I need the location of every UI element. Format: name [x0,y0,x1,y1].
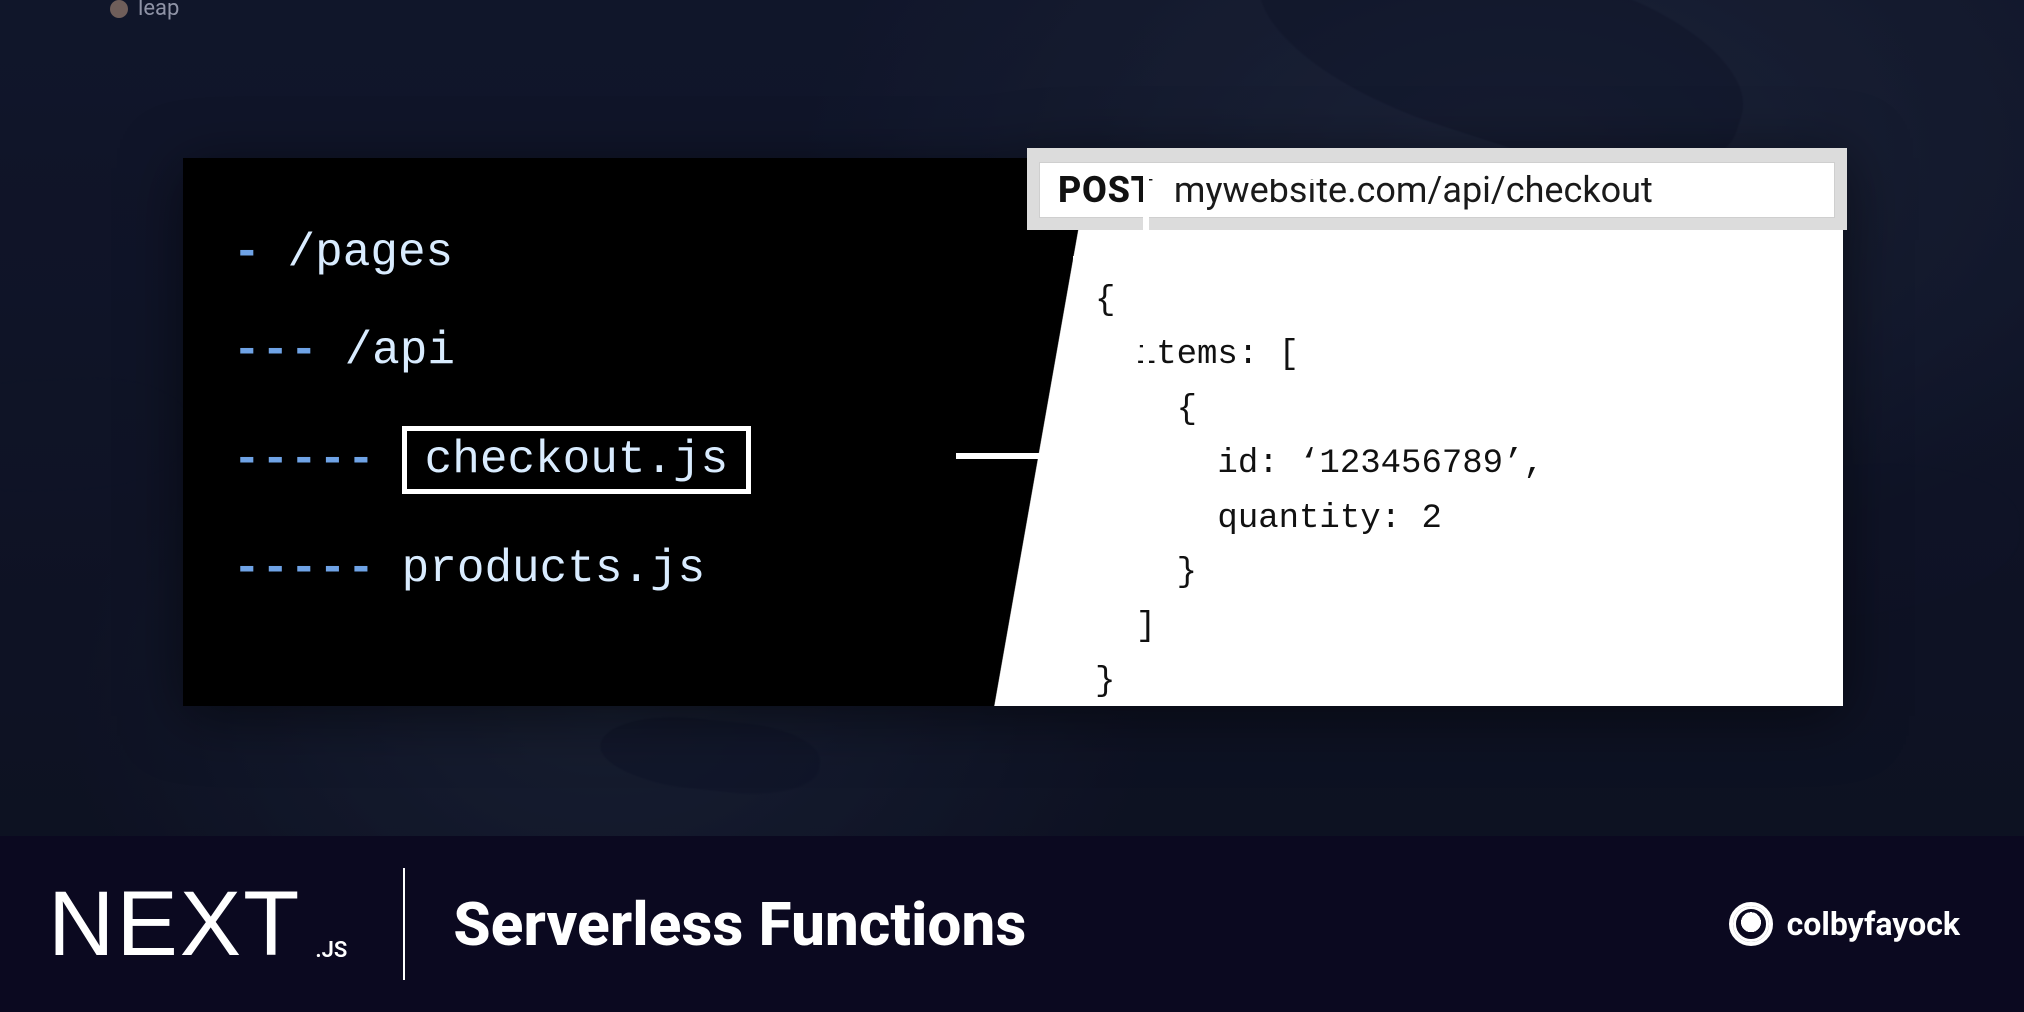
slide-title: Serverless Functions [453,889,1026,960]
tree-label: products.js [402,546,706,592]
nextjs-logo-suffix: .JS [315,938,347,963]
nextjs-logo-text: NEXT [48,872,301,977]
response-body-panel: { items: [ { id: ‘123456789’, quantity: … [1073,256,1819,686]
diagram-panels: - /pages --- /api ----- checkout.js ----… [183,158,1843,706]
tree-dashes: - [233,230,262,276]
address-bar: POST mywebsite.com/api/checkout [1039,162,1835,218]
tree-row-pages: - /pages [233,230,983,276]
http-url: mywebsite.com/api/checkout [1174,169,1653,211]
author-handle: colbyfayock [1787,905,1960,943]
response-body-code: { items: [ { id: ‘123456789’, quantity: … [1095,274,1797,709]
tree-row-products: ----- products.js [233,546,983,592]
file-tree: - /pages --- /api ----- checkout.js ----… [233,230,983,592]
browser-panel: POST mywebsite.com/api/checkout { items:… [1043,158,1843,706]
author-badge: colbyfayock [1729,902,1960,946]
footer-bar: NEXT .JS Serverless Functions colbyfayoc… [0,836,2024,1012]
tree-row-checkout: ----- checkout.js [233,426,983,494]
browser-chrome: POST mywebsite.com/api/checkout [1027,148,1847,230]
http-method: POST [1058,169,1154,211]
tree-dashes: ----- [233,546,376,592]
os-app-label-text: leap [138,0,179,21]
tree-dashes: ----- [233,437,376,483]
tree-label: /pages [288,230,454,276]
os-app-label: leap [110,0,179,21]
nextjs-logo: NEXT .JS [48,872,347,977]
tree-label: /api [345,328,455,374]
footer-divider [403,868,405,980]
tree-dashes: --- [233,328,319,374]
app-dot-icon [110,0,128,18]
tree-label-highlighted: checkout.js [402,426,752,494]
tree-row-api: --- /api [233,328,983,374]
astronaut-icon [1729,902,1773,946]
